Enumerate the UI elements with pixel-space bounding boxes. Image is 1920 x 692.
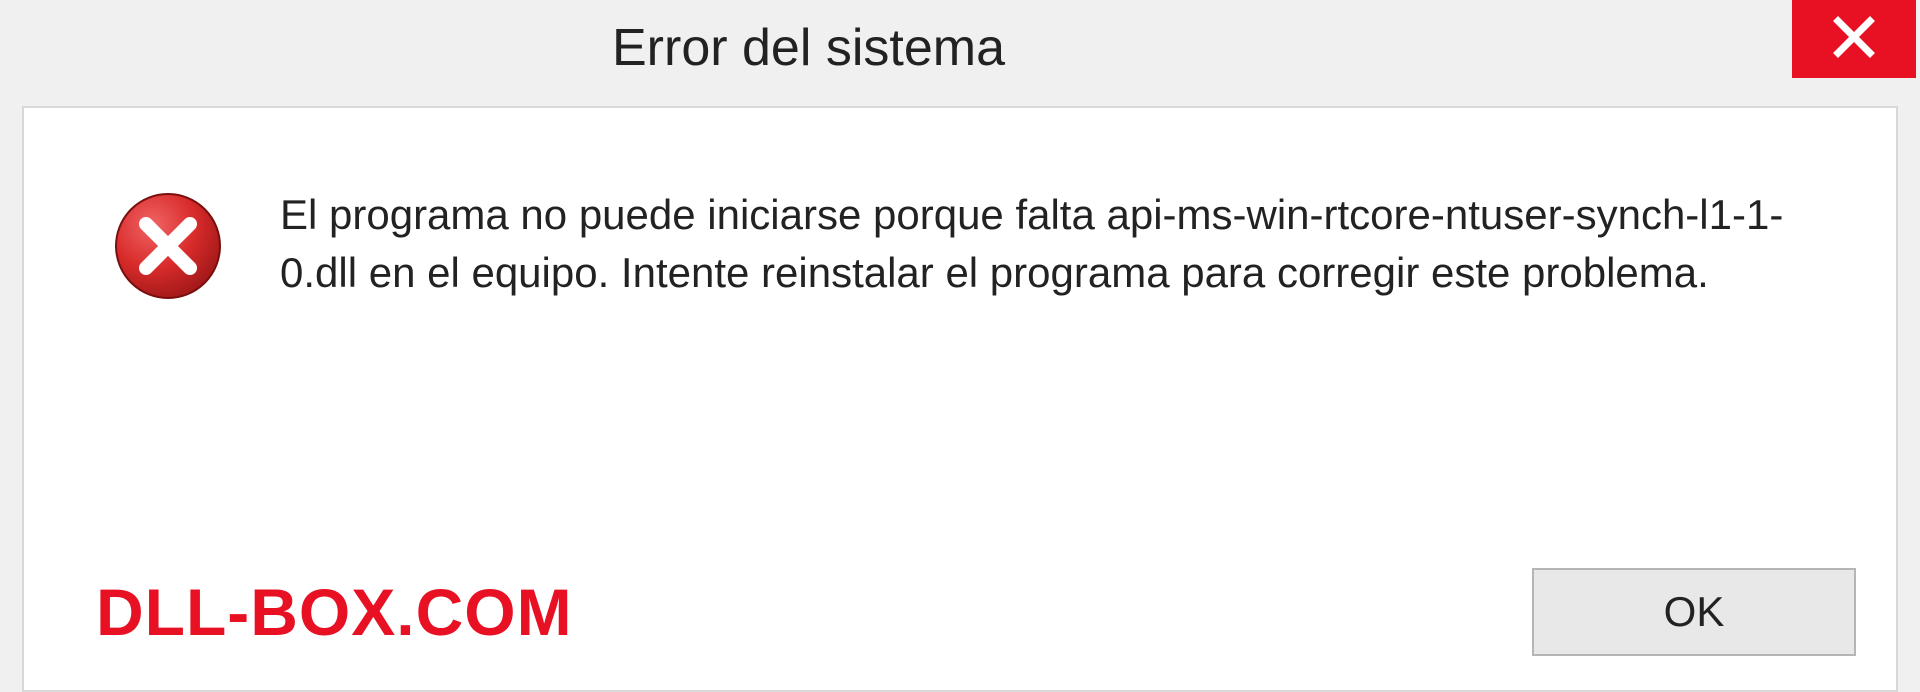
ok-button[interactable]: OK bbox=[1532, 568, 1856, 656]
titlebar: Error del sistema bbox=[0, 0, 1920, 90]
close-button[interactable] bbox=[1792, 0, 1916, 78]
error-icon bbox=[114, 186, 222, 305]
dialog-title: Error del sistema bbox=[0, 0, 1005, 78]
error-message: El programa no puede iniciarse porque fa… bbox=[280, 186, 1836, 302]
error-dialog: Error del sistema bbox=[0, 0, 1920, 692]
close-icon bbox=[1832, 15, 1876, 64]
watermark-text: DLL-BOX.COM bbox=[96, 574, 573, 650]
content-row: El programa no puede iniciarse porque fa… bbox=[24, 108, 1896, 568]
footer-row: DLL-BOX.COM OK bbox=[24, 568, 1896, 690]
dialog-body: El programa no puede iniciarse porque fa… bbox=[22, 106, 1898, 692]
